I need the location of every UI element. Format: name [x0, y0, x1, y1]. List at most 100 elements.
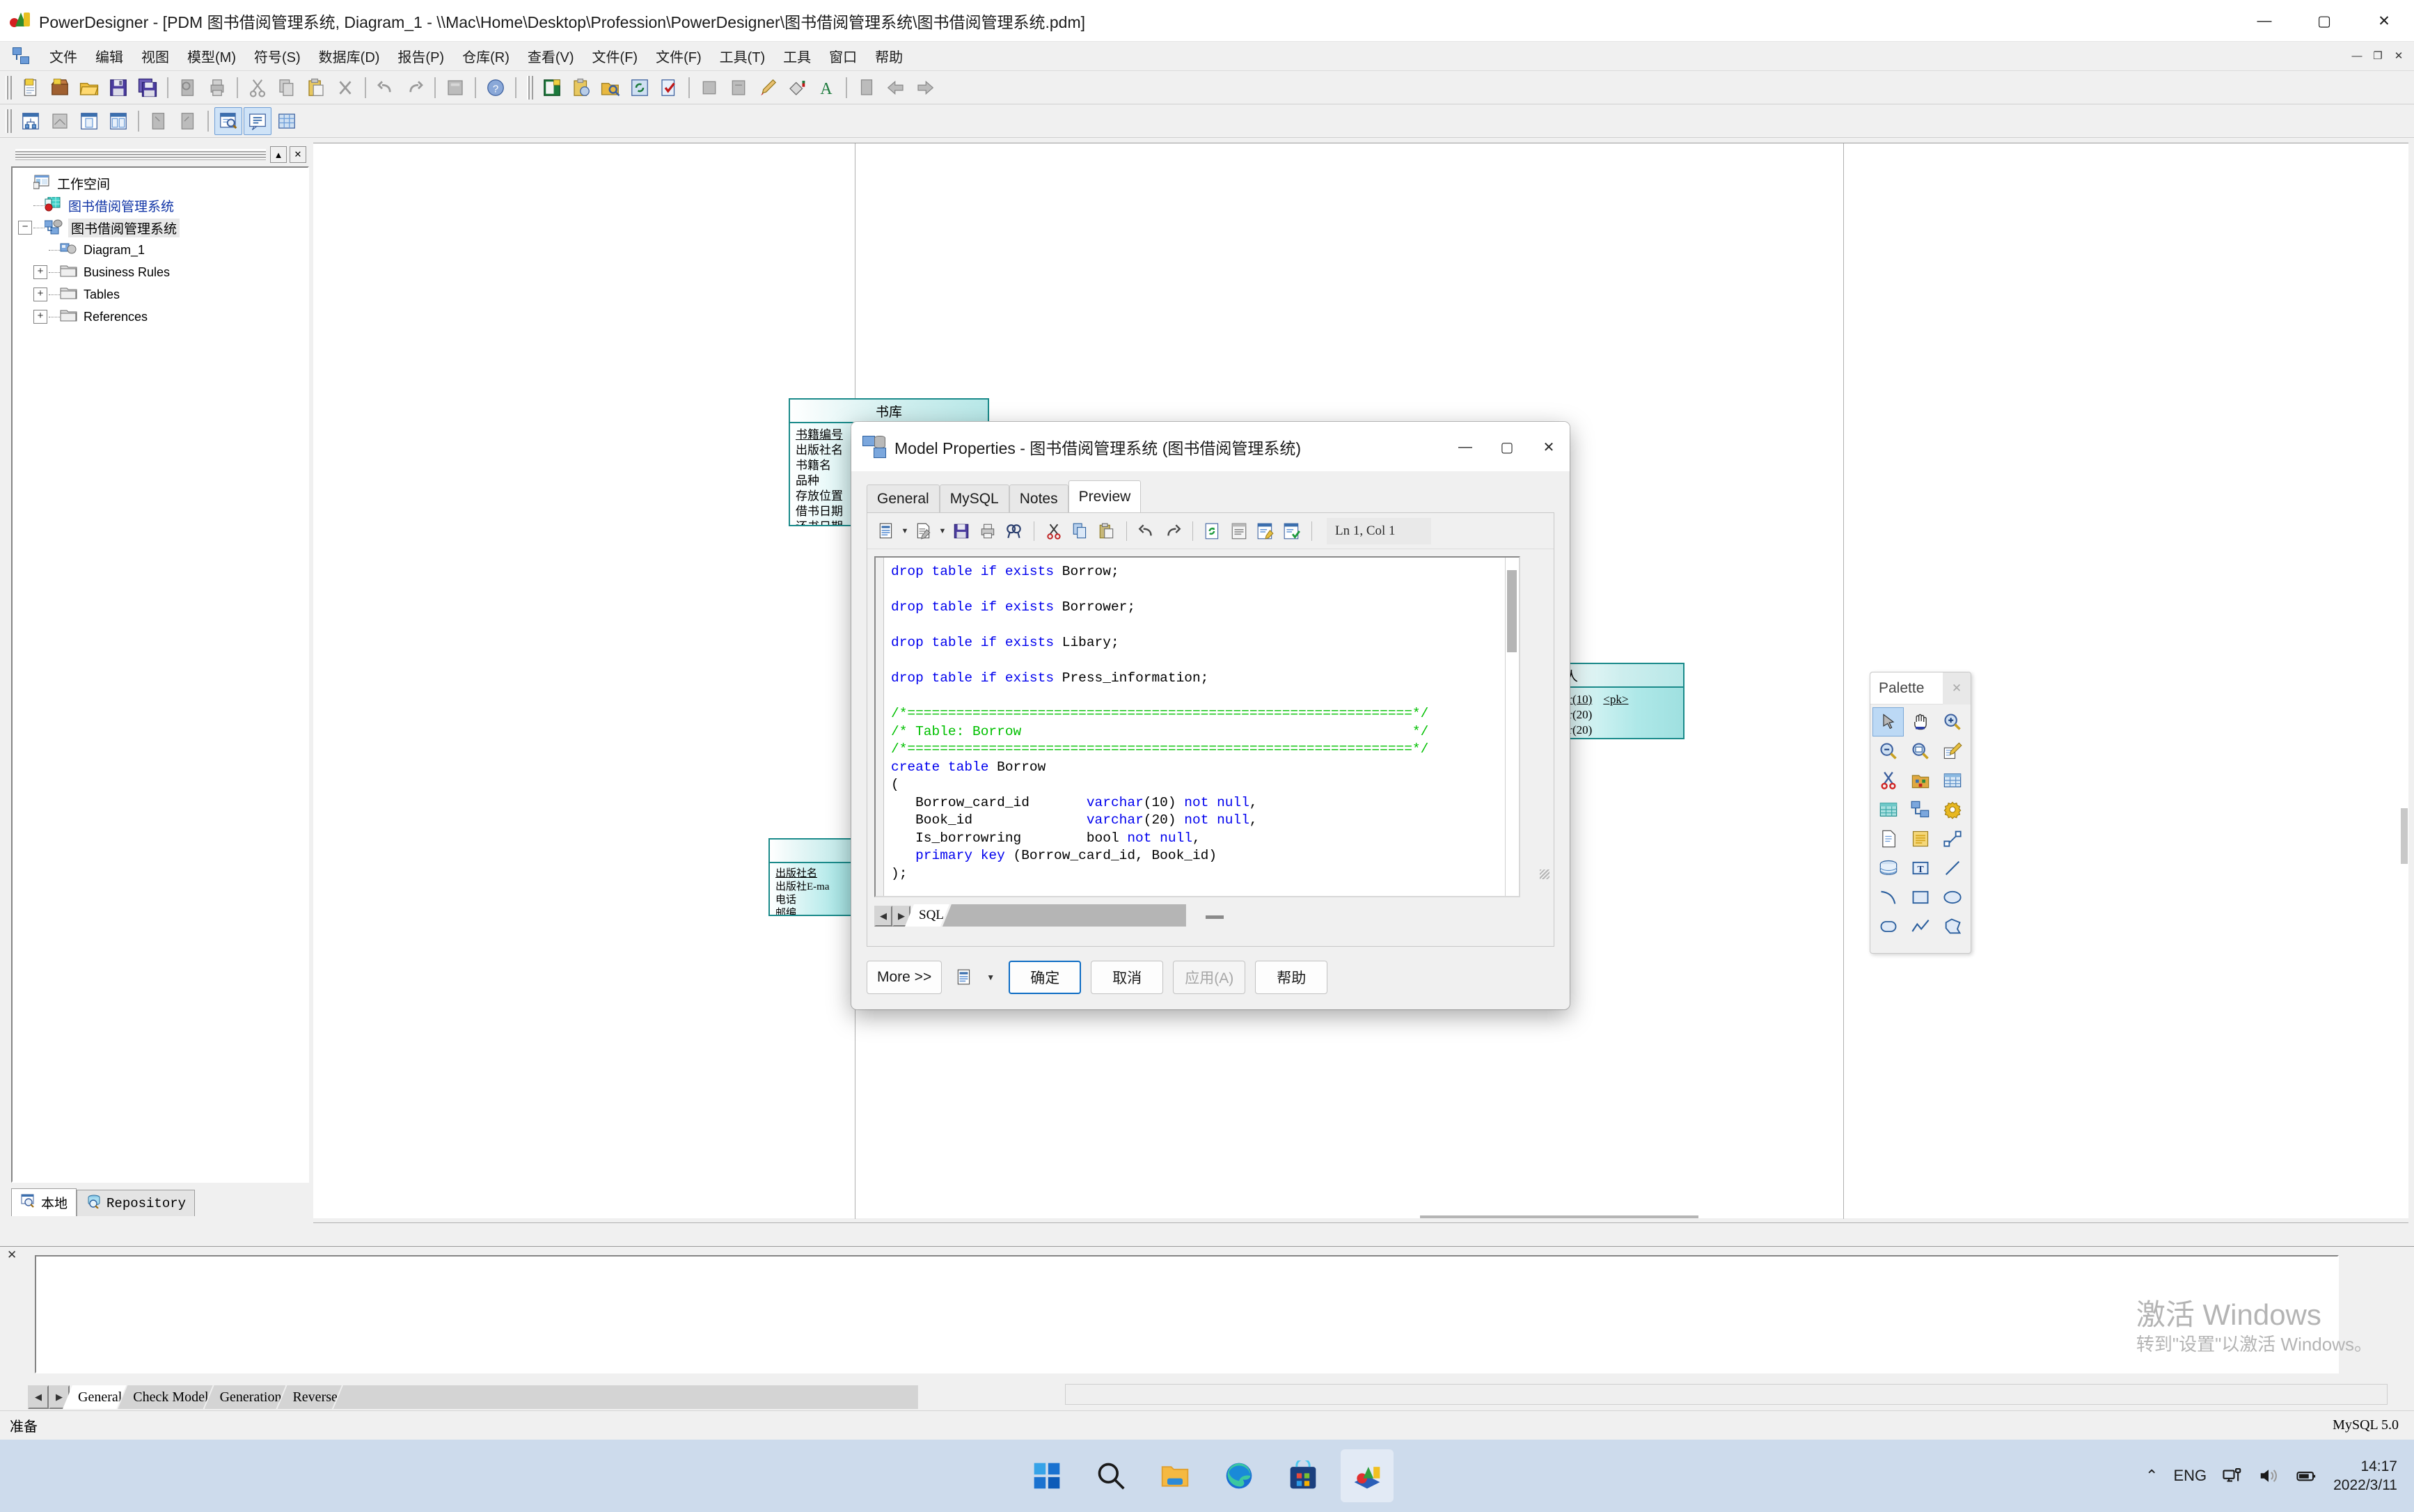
browser-close-button[interactable]: ✕ [290, 146, 306, 163]
table-icon[interactable] [1936, 766, 1968, 795]
menu-item-edit[interactable]: 编辑 [86, 43, 132, 69]
find-package-icon[interactable] [597, 74, 624, 102]
network-icon[interactable] [2222, 1465, 2243, 1486]
search-icon[interactable] [1084, 1449, 1137, 1502]
menu-item-model[interactable]: 模型(M) [178, 43, 245, 69]
model-tree[interactable]: 工作空间 图书借阅管理系统 − 图书借阅管理系统 Diagram_1 + Bus… [11, 166, 309, 1183]
menu-item-report[interactable]: 报告(P) [388, 43, 453, 69]
output-tab-reverse[interactable]: Reverse [277, 1385, 341, 1409]
toolbar-grip[interactable] [6, 75, 12, 100]
note-icon[interactable] [1904, 824, 1936, 853]
arc-tool-icon[interactable] [1872, 883, 1904, 912]
tab-general[interactable]: General [867, 485, 940, 512]
polygon-tool-icon[interactable] [1936, 912, 1968, 941]
tab-preview[interactable]: Preview [1068, 480, 1142, 512]
tree-item-references[interactable]: + References [13, 306, 308, 328]
tree-expander-business-rules[interactable]: + [33, 265, 47, 279]
generate-database-icon[interactable] [538, 74, 566, 102]
battery-icon[interactable] [2294, 1465, 2318, 1486]
save-all-icon[interactable] [134, 74, 161, 102]
refresh-icon[interactable] [1199, 518, 1226, 544]
toolbar-grip-3[interactable] [6, 109, 12, 133]
tree-item-workspace[interactable]: 工作空间 [13, 172, 308, 194]
properties-icon[interactable] [441, 74, 469, 102]
zoom-in-icon[interactable] [1936, 707, 1968, 737]
menu-item-tools2[interactable]: 工具 [774, 43, 820, 69]
menu-item-lookup[interactable]: 查看(V) [519, 43, 583, 69]
forward-arrow-icon[interactable] [911, 74, 939, 102]
paste-icon[interactable] [302, 74, 330, 102]
output-tab-check-model[interactable]: Check Model [118, 1385, 212, 1409]
output-horizontal-scrollbar[interactable] [1065, 1384, 2388, 1405]
menu-item-file2[interactable]: 文件(F) [583, 43, 647, 69]
menu-item-window[interactable]: 窗口 [820, 43, 866, 69]
code-scroll-thumb[interactable] [1507, 570, 1517, 652]
print-icon[interactable] [975, 518, 1001, 544]
window-minimize-button[interactable]: — [2234, 0, 2294, 42]
volume-icon[interactable] [2258, 1465, 2279, 1486]
polyline-tool-icon[interactable] [1904, 912, 1936, 941]
save-icon[interactable] [948, 518, 975, 544]
copy-icon[interactable] [1067, 518, 1094, 544]
zoom-fit-icon[interactable] [1904, 737, 1936, 766]
code-tab-sql[interactable]: SQL [905, 904, 949, 927]
report-dropdown-caret-icon[interactable]: ▼ [986, 972, 999, 982]
mdi-minimize-button[interactable]: — [2347, 46, 2367, 65]
mdi-close-button[interactable]: ✕ [2389, 46, 2408, 65]
package-icon[interactable] [1904, 766, 1936, 795]
save-as-script-icon[interactable] [873, 518, 899, 544]
dialog-close-button[interactable]: ✕ [1528, 422, 1570, 472]
dialog-minimize-button[interactable]: — [1444, 422, 1486, 472]
zoom-in-page-icon[interactable] [145, 107, 173, 135]
line-tool-icon[interactable] [1936, 853, 1968, 883]
text-tool-icon[interactable]: T [1904, 853, 1936, 883]
paste-icon[interactable] [1094, 518, 1120, 544]
undo-icon[interactable] [372, 74, 400, 102]
rebuild-icon[interactable] [626, 74, 654, 102]
tree-item-diagram-1[interactable]: Diagram_1 [13, 239, 308, 261]
browser-toggle-icon[interactable] [214, 107, 242, 135]
format-brush-icon[interactable] [754, 74, 782, 102]
window-maximize-button[interactable]: ▢ [2294, 0, 2354, 42]
cancel-button[interactable]: 取消 [1091, 961, 1164, 994]
window-close-button[interactable]: ✕ [2354, 0, 2414, 42]
reference-link-icon[interactable] [1904, 795, 1936, 824]
rectangle-tool-icon[interactable] [1904, 883, 1936, 912]
file-explorer-icon[interactable] [1149, 1449, 1201, 1502]
redo-icon[interactable] [1160, 518, 1186, 544]
model-tree-icon[interactable] [17, 107, 45, 135]
tab-mysql[interactable]: MySQL [939, 485, 1009, 512]
menu-item-file3[interactable]: 文件(F) [647, 43, 711, 69]
cut-icon[interactable] [1041, 518, 1067, 544]
delete-scissors-icon[interactable] [1872, 766, 1904, 795]
tree-expander-pdm[interactable]: − [18, 221, 32, 235]
browser-restore-button[interactable]: ▲ [270, 146, 287, 163]
browser-drag-handle[interactable] [15, 149, 266, 160]
zoom-out-page-icon[interactable] [174, 107, 202, 135]
palette-close-button[interactable]: ✕ [1943, 672, 1971, 704]
result-list-icon[interactable] [273, 107, 301, 135]
help-icon[interactable]: ? [482, 74, 510, 102]
powerdesigner-taskbar-icon[interactable] [1341, 1449, 1394, 1502]
new-package-icon[interactable] [46, 74, 74, 102]
tree-item-tables[interactable]: + Tables [13, 283, 308, 306]
page-view-icon[interactable] [75, 107, 103, 135]
properties-edit-icon[interactable] [1936, 737, 1968, 766]
menu-item-database[interactable]: 数据库(D) [310, 43, 389, 69]
edit-properties-icon[interactable] [1252, 518, 1279, 544]
dialog-maximize-button[interactable]: ▢ [1486, 422, 1528, 472]
tab-notes[interactable]: Notes [1009, 485, 1068, 512]
edge-browser-icon[interactable] [1213, 1449, 1265, 1502]
symbol-icon[interactable] [725, 74, 752, 102]
toolbar-grip-2[interactable] [527, 75, 533, 100]
copy-icon[interactable] [273, 74, 301, 102]
tile-view-icon[interactable] [104, 107, 132, 135]
start-icon[interactable] [1020, 1449, 1073, 1502]
redo-icon[interactable] [401, 74, 429, 102]
menu-item-view[interactable]: 视图 [132, 43, 178, 69]
output-toggle-icon[interactable] [244, 107, 271, 135]
zoom-out-icon[interactable] [1872, 737, 1904, 766]
tree-item-pdm-model[interactable]: − 图书借阅管理系统 [13, 216, 308, 239]
tree-item-cdm-model[interactable]: 图书借阅管理系统 [13, 194, 308, 216]
chevron-down-icon[interactable]: ▼ [899, 518, 910, 544]
